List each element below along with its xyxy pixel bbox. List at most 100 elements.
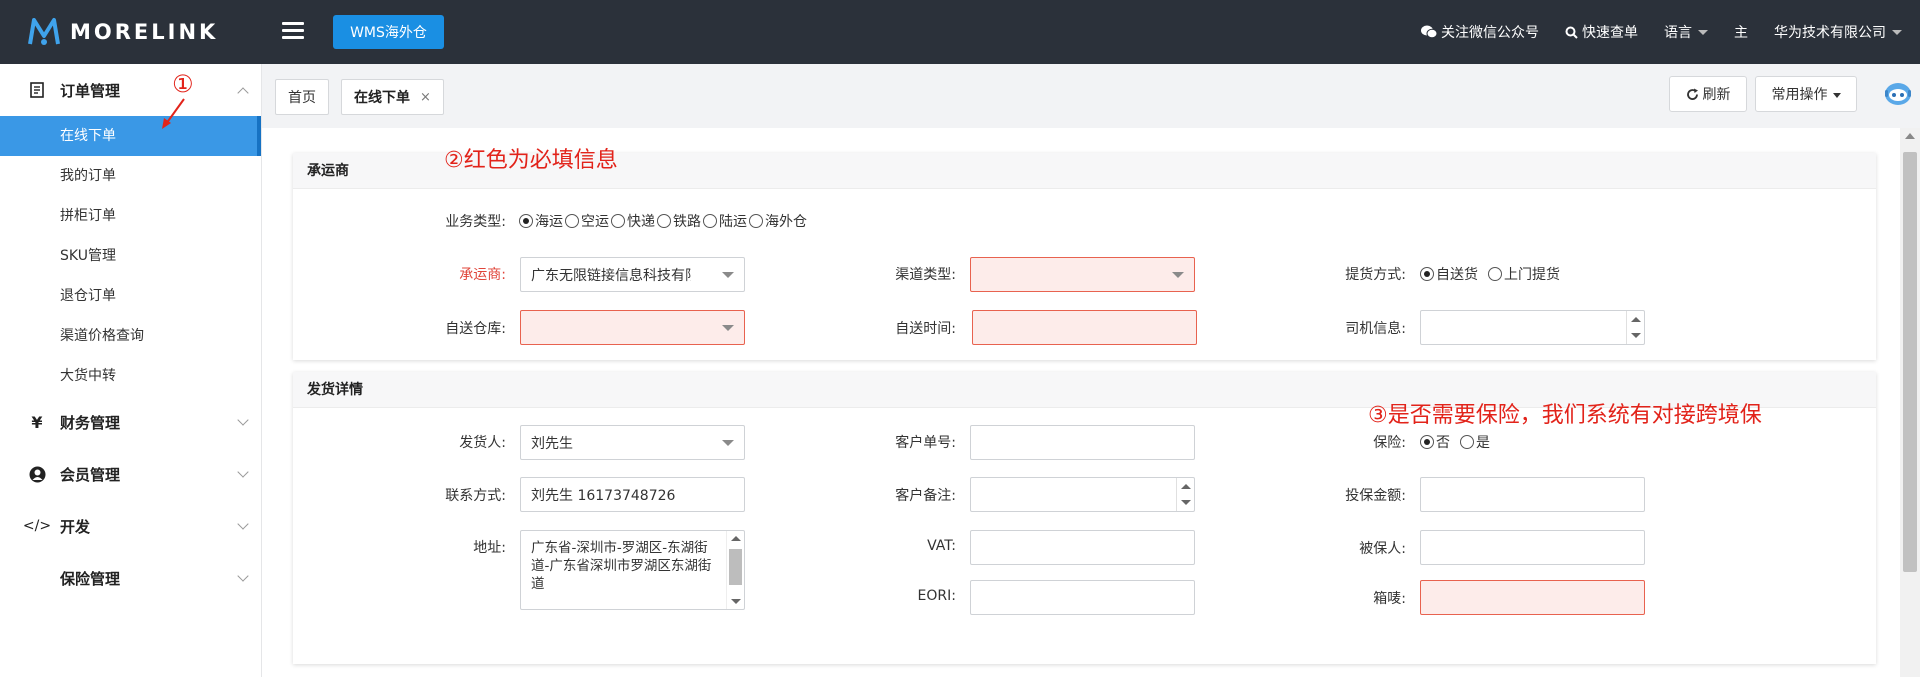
refresh-button[interactable]: 刷新 bbox=[1669, 76, 1747, 112]
theme-button[interactable]: 主 bbox=[1734, 22, 1748, 42]
address-label: 地址: bbox=[473, 540, 506, 556]
chevron-down-icon bbox=[237, 518, 249, 530]
language-dropdown[interactable]: 语言 bbox=[1664, 22, 1708, 42]
eori-input[interactable] bbox=[970, 580, 1195, 615]
logo[interactable]: MORELINK bbox=[26, 14, 218, 50]
insured-person-label: 被保人: bbox=[1359, 541, 1406, 557]
scroll-up-icon[interactable] bbox=[1905, 133, 1915, 139]
radio-door-pickup[interactable]: 上门提货 bbox=[1488, 264, 1560, 284]
radio-land[interactable]: 陆运 bbox=[703, 211, 747, 231]
chevron-up-icon bbox=[237, 87, 249, 99]
chevron-down-icon bbox=[237, 466, 249, 478]
chevron-down-icon bbox=[237, 570, 249, 582]
refresh-icon bbox=[1686, 88, 1698, 100]
pickup-method-label: 提货方式: bbox=[1345, 267, 1406, 283]
sidebar: 订单管理 在线下单 我的订单 拼柜订单 SKU管理 退仓订单 渠道价格查询 大货… bbox=[0, 64, 262, 677]
sidebar-item-return-orders[interactable]: 退仓订单 bbox=[0, 276, 261, 316]
scroll-thumb[interactable] bbox=[1903, 152, 1917, 572]
logo-icon bbox=[28, 18, 60, 45]
chevron-down-icon bbox=[722, 325, 734, 331]
customer-no-input[interactable] bbox=[970, 425, 1195, 460]
radio-overseas-warehouse[interactable]: 海外仓 bbox=[749, 211, 807, 231]
close-icon[interactable]: × bbox=[420, 90, 431, 105]
annotation-arrow-icon bbox=[162, 98, 185, 129]
company-dropdown[interactable]: 华为技术有限公司 bbox=[1774, 22, 1902, 42]
self-warehouse-select[interactable] bbox=[520, 310, 745, 345]
sidebar-group-order-management[interactable]: 订单管理 bbox=[0, 64, 261, 116]
logo-text: MORELINK bbox=[70, 20, 219, 44]
customer-note-input[interactable] bbox=[970, 477, 1195, 512]
resize-stepper-icon[interactable] bbox=[1626, 311, 1644, 344]
chevron-down-icon bbox=[237, 414, 249, 426]
wms-overseas-button[interactable]: WMS海外仓 bbox=[333, 15, 444, 49]
page-scrollbar[interactable] bbox=[1900, 128, 1920, 677]
insurance-radio-group: 否 是 bbox=[1420, 432, 1492, 452]
chevron-down-icon bbox=[1832, 93, 1841, 98]
menu-toggle-icon[interactable] bbox=[282, 22, 304, 40]
sidebar-item-sku-management[interactable]: SKU管理 bbox=[0, 236, 261, 276]
sidebar-item-channel-price[interactable]: 渠道价格查询 bbox=[0, 316, 261, 356]
sidebar-group-insurance[interactable]: 保险管理 bbox=[0, 552, 261, 604]
insured-amount-input[interactable] bbox=[1420, 477, 1645, 512]
driver-info-label: 司机信息: bbox=[1345, 321, 1406, 337]
sidebar-item-consolidated-orders[interactable]: 拼柜订单 bbox=[0, 196, 261, 236]
annotation-step-2: ②红色为必填信息 bbox=[444, 148, 618, 173]
chevron-down-icon bbox=[1698, 29, 1708, 35]
chevron-down-icon bbox=[722, 440, 734, 446]
sender-label: 发货人: bbox=[459, 435, 506, 451]
radio-insurance-yes[interactable]: 是 bbox=[1460, 432, 1490, 452]
insured-person-input[interactable] bbox=[1420, 530, 1645, 565]
order-list-icon bbox=[28, 81, 46, 99]
wechat-follow-link[interactable]: 关注微信公众号 bbox=[1421, 22, 1539, 42]
chatbot-icon[interactable] bbox=[1883, 78, 1913, 108]
sender-select[interactable]: 刘先生 bbox=[520, 425, 745, 460]
self-time-label: 自送时间: bbox=[895, 321, 956, 337]
user-icon bbox=[28, 465, 46, 483]
resize-stepper-icon[interactable] bbox=[1176, 478, 1194, 511]
chevron-down-icon bbox=[722, 272, 734, 278]
customer-no-label: 客户单号: bbox=[895, 435, 956, 451]
insurance-label: 保险: bbox=[1373, 435, 1406, 451]
top-header: MORELINK WMS海外仓 关注微信公众号 快速查单 语言 主 华为技术有限… bbox=[0, 0, 1920, 64]
radio-self-delivery[interactable]: 自送货 bbox=[1420, 264, 1478, 284]
radio-insurance-no[interactable]: 否 bbox=[1420, 432, 1450, 452]
business-type-label: 业务类型: bbox=[445, 214, 506, 230]
vat-input[interactable] bbox=[970, 530, 1195, 565]
eori-label: EORI: bbox=[917, 588, 956, 604]
quick-order-search-link[interactable]: 快速查单 bbox=[1565, 22, 1638, 42]
channel-type-label: 渠道类型: bbox=[895, 267, 956, 283]
contact-label: 联系方式: bbox=[445, 488, 506, 504]
code-icon: </> bbox=[22, 518, 52, 534]
self-warehouse-label: 自送仓库: bbox=[445, 321, 506, 337]
vat-label: VAT: bbox=[927, 538, 956, 554]
radio-express[interactable]: 快递 bbox=[611, 211, 655, 231]
business-type-radio-group: 海运 空运 快递 铁路 陆运 海外仓 bbox=[519, 211, 809, 231]
search-icon bbox=[1565, 26, 1578, 39]
radio-rail[interactable]: 铁路 bbox=[657, 211, 701, 231]
radio-sea[interactable]: 海运 bbox=[519, 211, 563, 231]
sidebar-group-members[interactable]: 会员管理 bbox=[0, 448, 261, 500]
shipping-mark-input[interactable] bbox=[1420, 580, 1645, 615]
sidebar-group-finance[interactable]: ¥ 财务管理 bbox=[0, 396, 261, 448]
sidebar-item-online-order[interactable]: 在线下单 bbox=[0, 116, 261, 156]
carrier-select[interactable]: 广东无限链接信息科技有限 bbox=[520, 257, 745, 292]
tab-online-order[interactable]: 在线下单 × bbox=[341, 79, 444, 115]
tab-home[interactable]: 首页 bbox=[275, 79, 329, 115]
sidebar-group-development[interactable]: </> 开发 bbox=[0, 500, 261, 552]
common-operations-dropdown[interactable]: 常用操作 bbox=[1755, 76, 1857, 112]
pickup-method-radio-group: 自送货 上门提货 bbox=[1420, 264, 1562, 284]
address-textarea[interactable]: 广东省-深圳市-罗湖区-东湖街道-广东省深圳市罗湖区东湖街道 bbox=[520, 530, 745, 610]
driver-info-input[interactable] bbox=[1420, 310, 1645, 345]
insured-amount-label: 投保金额: bbox=[1345, 488, 1406, 504]
customer-note-label: 客户备注: bbox=[895, 488, 956, 504]
carrier-label: 承运商: bbox=[459, 267, 506, 283]
contact-input[interactable]: 刘先生 16173748726 bbox=[520, 477, 745, 512]
sidebar-item-my-orders[interactable]: 我的订单 bbox=[0, 156, 261, 196]
channel-type-select[interactable] bbox=[970, 257, 1195, 292]
annotation-step-3: ③是否需要保险，我们系统有对接跨境保 bbox=[1368, 403, 1762, 428]
self-time-input[interactable] bbox=[972, 310, 1197, 345]
wechat-icon bbox=[1421, 25, 1437, 39]
sidebar-item-bulk-transfer[interactable]: 大货中转 bbox=[0, 356, 261, 396]
radio-air[interactable]: 空运 bbox=[565, 211, 609, 231]
address-scrollbar[interactable] bbox=[726, 531, 744, 609]
